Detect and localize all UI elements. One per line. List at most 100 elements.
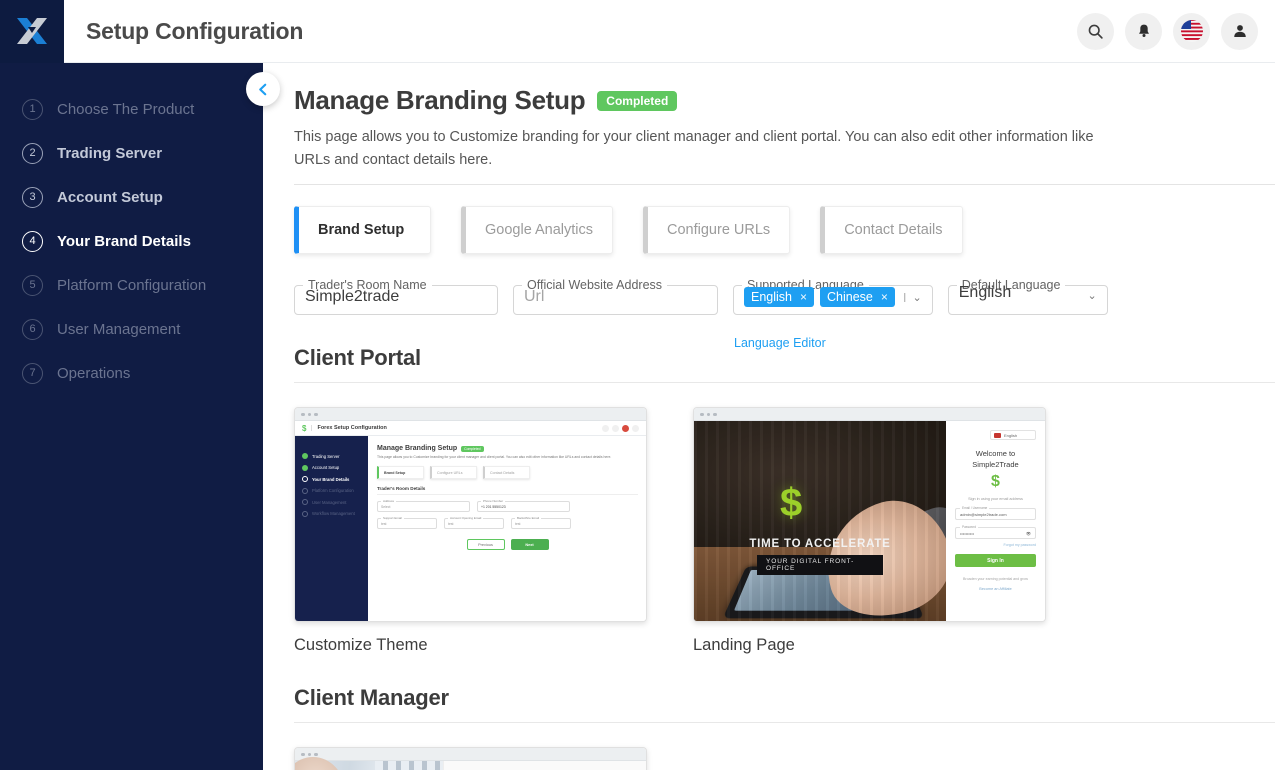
tab-bar: Brand Setup Google Analytics Configure U… [294,206,1275,255]
text-caret: I [902,289,907,305]
landing-language-label: English [1004,432,1018,438]
traders-room-name-input[interactable]: Simple2trade [305,288,487,306]
tab-contact-details[interactable]: Contact Details [820,206,963,255]
client-portal-cards: $ Forex Setup Configuration Trading Serv… [294,407,1275,655]
brand-form: Trader's Room Name Simple2trade Official… [294,278,1275,350]
thumb-heading: Manage Branding Setup [377,445,458,453]
landing-signin-button: Sign In [955,554,1036,568]
sidebar-item-label: Trading Server [57,144,163,162]
default-language-value: English [958,284,1012,302]
thumb-field-account-email: Account Opening Email test [444,516,504,530]
chrome-dot [700,412,704,417]
notifications-button[interactable] [1125,12,1162,50]
thumb-rule [377,494,638,496]
thumb-nav-label: Your Brand Details [312,476,350,482]
sidebar-collapse-button[interactable] [246,72,280,106]
thumb-field-label: Address [381,499,397,504]
app-logo[interactable] [0,0,64,63]
chrome-dot [307,752,311,757]
profile-button[interactable] [1221,12,1258,50]
language-editor-link[interactable]: Language Editor [734,336,826,350]
customize-theme-thumbnail[interactable]: $ Forex Setup Configuration Trading Serv… [294,407,647,623]
client-manager-panel [443,761,646,770]
thumbnail-browser-chrome [694,408,1045,422]
step-number: 7 [22,362,43,384]
thumb-tab: Brand Setup [377,466,424,480]
supported-language-field[interactable]: Supported Language English × Chinese × I… [733,278,933,350]
sidebar-item-account-setup[interactable]: 3 Account Setup [0,175,263,219]
tab-google-analytics[interactable]: Google Analytics [461,206,614,255]
thumb-main: Manage Branding Setup Completed This pag… [368,436,646,622]
landing-email-field: Email / Username admin@simple2trade.com [955,505,1036,521]
language-chip-english[interactable]: English × [744,287,815,308]
thumb-field-support-email: Support Email test [377,516,437,530]
landing-page-thumbnail[interactable]: $ TIME TO ACCELERATE YOUR DIGITAL FRONT-… [693,407,1046,623]
landing-welcome-line1: Welcome to [975,449,1016,459]
thumb-nav-label: Account Setup [312,465,340,471]
landing-password-value: •••••••••• [960,530,975,536]
sidebar-item-platform-configuration[interactable]: 5 Platform Configuration [0,263,263,307]
thumb-nav-label: Workflow Management [312,511,355,517]
thumb-field-row-2: Support Email test Account Opening Email… [377,516,638,530]
language-chip-chinese[interactable]: Chinese × [820,287,895,308]
chrome-dot [301,412,305,417]
step-number: 2 [22,142,43,164]
landing-footer-text: Broaden your earning potential and grow [963,577,1028,582]
thumb-field-value: test [448,521,454,526]
sidebar-item-operations[interactable]: 7 Operations [0,351,263,395]
hero-subhead: YOUR DIGITAL FRONT-OFFICE [757,555,883,576]
step-number: 6 [22,318,43,340]
section-title-client-manager: Client Manager [294,685,449,711]
client-manager-photo [295,757,443,770]
thumb-tab: Contact Details [483,466,530,480]
step-number: 1 [22,98,43,120]
landing-dollar-icon: $ [991,473,1000,491]
hero-dollar-logo-icon: $ [780,481,803,526]
thumb-user-icon [632,424,639,432]
thumb-field-phone: Phone Number +1 201 5550123 [477,499,570,513]
chevron-down-icon[interactable]: ⌄ [913,291,922,304]
language-chip-list: English × Chinese × I ⌄ [744,287,922,308]
traders-room-name-field[interactable]: Trader's Room Name Simple2trade [294,278,498,316]
thumb-app-title: Forex Setup Configuration [311,425,387,432]
landing-login-panel: English Welcome to Simple2Trade $ Sign i… [946,421,1045,622]
chip-remove-icon[interactable]: × [881,290,888,304]
flag-icon [994,432,1001,438]
official-website-field[interactable]: Official Website Address Url [513,278,718,316]
chip-remove-icon[interactable]: × [800,290,807,304]
thumb-nav-item: User Management [295,496,368,508]
sidebar-item-trading-server[interactable]: 2 Trading Server [0,131,263,175]
thumb-field-value: test [381,521,387,526]
default-language-field[interactable]: Default Language English ⌄ [947,278,1108,316]
landing-password-field: Password •••••••••• 👁 [955,524,1036,540]
thumb-nav-item: Trading Server [295,450,368,462]
sidebar-item-your-brand-details[interactable]: 4 Your Brand Details [0,219,263,263]
tab-configure-urls[interactable]: Configure URLs [643,206,791,255]
step-number: 3 [22,186,43,208]
thumb-field-row-1: Address Select Phone Number +1 201 55501… [377,499,638,513]
chrome-dot [314,412,318,417]
landing-hero: $ TIME TO ACCELERATE YOUR DIGITAL FRONT-… [694,421,946,622]
thumb-tab-bar: Brand Setup Configure URLs Contact Detai… [377,466,638,480]
sidebar-item-label: Choose The Product [57,100,195,118]
thumb-nav-item: Your Brand Details [295,473,368,485]
card-client-manager [294,747,647,770]
top-icon-group [1077,12,1275,50]
thumb-field-label: Backoffice Email [515,516,542,521]
eye-icon: 👁 [1025,530,1031,536]
check-icon [302,453,308,460]
sidebar-item-choose-the-product[interactable]: 1 Choose The Product [0,87,263,131]
user-icon [1233,25,1246,37]
chrome-dot [301,752,305,757]
chrome-dot [706,412,710,417]
search-button[interactable] [1077,12,1114,50]
tab-brand-setup[interactable]: Brand Setup [294,206,431,255]
thumbnail-browser-chrome [295,408,646,422]
language-flag-button[interactable] [1173,12,1210,50]
client-manager-thumbnail[interactable] [294,747,647,770]
thumb-next-button: Next [510,539,549,551]
landing-language-select: English [990,430,1036,441]
landing-welcome-line2: Simple2Trade [972,460,1019,470]
step-circle-icon [302,499,308,506]
sidebar-item-user-management[interactable]: 6 User Management [0,307,263,351]
